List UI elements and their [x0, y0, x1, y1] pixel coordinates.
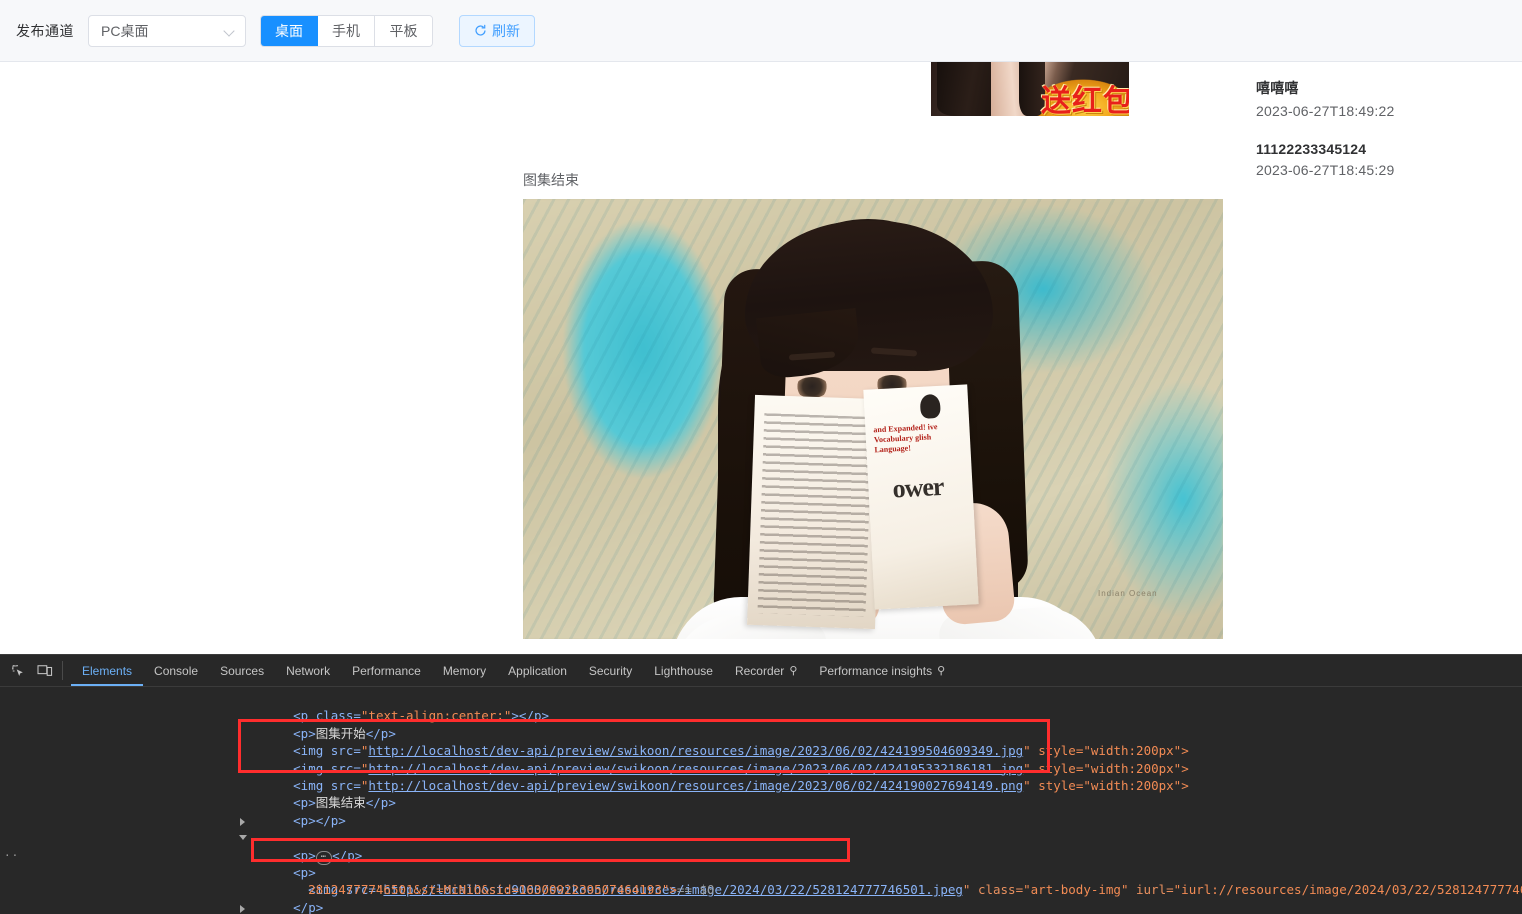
tab-recorder-label: Recorder: [735, 664, 784, 678]
photo-map-caption: Indian Ocean: [1098, 589, 1158, 598]
dom-line-img-1[interactable]: <img src="http://localhost/dev-api/previ…: [0, 725, 1522, 742]
dom-line-img-4-wrap[interactable]: 28124777746501&st=MiNiO&sid=163009223950…: [0, 864, 1522, 881]
publish-channel-label: 发布通道: [16, 21, 74, 41]
refresh-button-label: 刷新: [492, 21, 520, 41]
preview-area: 送红包 图集结束 and Expanded! ive Vocabulary gl…: [0, 62, 1522, 652]
device-tab-mobile[interactable]: 手机: [318, 16, 375, 46]
collapse-arrow-icon[interactable]: [239, 835, 247, 840]
tab-memory-label: Memory: [443, 664, 486, 678]
promo-banner-image: 送红包: [931, 62, 1129, 116]
tab-application-label: Application: [508, 664, 567, 678]
tab-network-label: Network: [286, 664, 330, 678]
device-tab-desktop[interactable]: 桌面: [261, 16, 318, 46]
photo-book-right-page: and Expanded! ive Vocabulary glish Langu…: [863, 384, 978, 609]
promo-banner-text: 送红包: [1041, 76, 1129, 116]
tab-network[interactable]: Network: [275, 655, 341, 686]
penguin-logo-icon: [920, 394, 941, 419]
experiment-flask-icon: ⚲: [937, 664, 945, 677]
tab-recorder[interactable]: Recorder ⚲: [724, 655, 808, 686]
tab-elements[interactable]: Elements: [71, 655, 143, 686]
tab-application[interactable]: Application: [497, 655, 578, 686]
dom-line[interactable]: </p>: [0, 881, 1522, 898]
tab-lighthouse[interactable]: Lighthouse: [643, 655, 724, 686]
photo-book-left-page: [747, 395, 883, 629]
photo-book-title: and Expanded! ive Vocabulary glish Langu…: [873, 421, 962, 456]
gutter-ellipsis: ··: [4, 847, 19, 864]
dom-line-expanded[interactable]: <p>: [0, 829, 1522, 846]
device-tab-tablet[interactable]: 平板: [375, 16, 432, 46]
device-segmented-control: 桌面 手机 平板: [260, 15, 433, 47]
publish-channel-select[interactable]: PC桌面: [88, 15, 246, 47]
tab-performance-label: Performance: [352, 664, 421, 678]
comment-list: 嘻嘻嘻 2023-06-27T18:49:22 11122233345124 2…: [1240, 62, 1522, 200]
comment-timestamp: 2023-06-27T18:49:22: [1256, 103, 1522, 119]
article-body-image: and Expanded! ive Vocabulary glish Langu…: [523, 199, 1223, 639]
publish-channel-select-value: PC桌面: [101, 21, 148, 41]
comment-item: 11122233345124 2023-06-27T18:45:29: [1256, 141, 1522, 178]
tab-security-label: Security: [589, 664, 632, 678]
refresh-button[interactable]: 刷新: [459, 15, 535, 47]
tab-elements-label: Elements: [82, 664, 132, 678]
experiment-flask-icon: ⚲: [789, 664, 797, 677]
tab-sources[interactable]: Sources: [209, 655, 275, 686]
dom-line[interactable]: <p></p>: [0, 794, 1522, 811]
comment-author: 11122233345124: [1256, 141, 1522, 157]
refresh-icon: [474, 24, 487, 37]
tab-console-label: Console: [154, 664, 198, 678]
elements-dom-tree[interactable]: <p class="text-align:center;"></p> <p>图集…: [0, 687, 1522, 914]
comment-item: 嘻嘻嘻 2023-06-27T18:49:22: [1256, 78, 1522, 119]
dom-line-collapsed[interactable]: <p>⋯</p>: [0, 899, 1522, 914]
tab-memory[interactable]: Memory: [432, 655, 497, 686]
dom-line[interactable]: <p>图集结束</p>: [0, 777, 1522, 794]
tab-performance[interactable]: Performance: [341, 655, 432, 686]
chevron-down-icon: [225, 26, 235, 36]
dom-line-collapsed[interactable]: <p>⋯</p>: [0, 812, 1522, 829]
tab-performance-insights-label: Performance insights: [819, 664, 932, 678]
devtools-tabbar: Elements Console Sources Network Perform…: [0, 655, 1522, 687]
tab-lighthouse-label: Lighthouse: [654, 664, 713, 678]
tab-sources-label: Sources: [220, 664, 264, 678]
dom-line-img-4[interactable]: ·· <img src="http://localhost:9000/swiko…: [0, 847, 1522, 864]
comment-timestamp: 2023-06-27T18:45:29: [1256, 162, 1522, 178]
dom-line-img-3[interactable]: <img src="http://localhost/dev-api/previ…: [0, 760, 1522, 777]
publish-channel-toolbar: 发布通道 PC桌面 桌面 手机 平板 刷新: [0, 0, 1522, 62]
gallery-end-label: 图集结束: [523, 170, 579, 190]
tab-security[interactable]: Security: [578, 655, 643, 686]
photo-subject-eye-left: [795, 377, 829, 398]
dom-line[interactable]: <p>图集开始</p>: [0, 707, 1522, 724]
inspect-element-icon[interactable]: [4, 655, 31, 686]
photo-book-word: ower: [892, 472, 944, 505]
device-toolbar-icon[interactable]: [31, 655, 58, 686]
dom-line-img-2[interactable]: <img src="http://localhost/dev-api/previ…: [0, 742, 1522, 759]
expand-arrow-icon[interactable]: [240, 905, 245, 913]
devtools-panel: Elements Console Sources Network Perform…: [0, 654, 1522, 914]
photo-book-text-lines: [757, 413, 872, 617]
comment-author: 嘻嘻嘻: [1256, 78, 1522, 98]
tab-console[interactable]: Console: [143, 655, 209, 686]
dom-line[interactable]: <p class="text-align:center;"></p>: [0, 690, 1522, 707]
toolbar-divider: [62, 661, 63, 680]
tab-performance-insights[interactable]: Performance insights ⚲: [808, 655, 956, 686]
expand-arrow-icon[interactable]: [240, 818, 245, 826]
